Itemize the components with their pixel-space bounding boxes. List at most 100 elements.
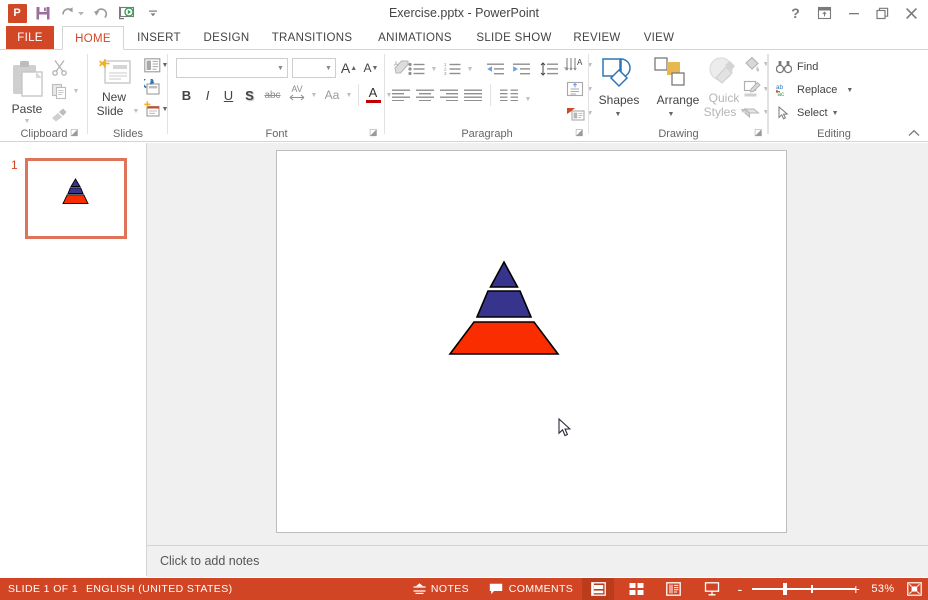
close-button[interactable] (897, 0, 926, 26)
shape-outline-button[interactable] (741, 78, 763, 100)
chevron-down-icon[interactable]: ▼ (846, 87, 853, 94)
columns-button[interactable] (497, 84, 521, 106)
pyramid-top-tier[interactable] (489, 260, 519, 288)
pyramid-middle-tier[interactable] (475, 290, 533, 318)
tab-design[interactable]: DESIGN (194, 26, 259, 50)
underline-button[interactable]: U (218, 84, 239, 106)
restore-button[interactable] (868, 0, 897, 26)
normal-view-button[interactable] (582, 578, 614, 600)
tab-slide-show[interactable]: SLIDE SHOW (468, 26, 560, 50)
language-indicator[interactable]: ENGLISH (UNITED STATES) (86, 578, 233, 600)
zoom-in-button[interactable]: + (848, 578, 864, 600)
align-text-button[interactable] (563, 78, 587, 100)
slide-sorter-view-button[interactable] (620, 578, 652, 600)
paragraph-dialog-launcher[interactable]: ◪ (575, 127, 587, 139)
font-name-input[interactable]: ▼ (176, 58, 288, 78)
slide-canvas[interactable] (276, 150, 787, 533)
comments-button[interactable]: COMMENTS (481, 578, 581, 600)
numbering-dropdown[interactable]: ▼ (465, 58, 475, 80)
slide-show-button[interactable] (696, 578, 728, 600)
character-spacing-button[interactable]: AV (285, 80, 309, 106)
reading-view-button[interactable] (657, 578, 689, 600)
notes-pane[interactable]: Click to add notes (147, 545, 928, 577)
chevron-down-icon[interactable]: ▼ (322, 65, 335, 72)
zoom-slider-track[interactable] (752, 588, 856, 590)
tab-view[interactable]: VIEW (634, 26, 684, 50)
replace-button[interactable]: ab ac Replace ▼ (776, 81, 906, 99)
zoom-level-label[interactable]: 53% (866, 578, 900, 600)
bullets-dropdown[interactable]: ▼ (429, 58, 439, 80)
slide-indicator[interactable]: SLIDE 1 OF 1 (8, 578, 78, 600)
convert-to-smartart-button[interactable] (563, 102, 587, 124)
arrange-button[interactable] (651, 54, 691, 92)
align-right-button[interactable] (437, 84, 461, 106)
bullets-button[interactable] (405, 58, 429, 80)
numbering-button[interactable]: 1 2 3 (441, 58, 465, 80)
minimize-button[interactable] (839, 0, 868, 26)
tab-review[interactable]: REVIEW (566, 26, 628, 50)
section-button[interactable] (142, 99, 162, 119)
find-button[interactable]: Find (776, 58, 916, 76)
font-color-button[interactable]: A (362, 82, 384, 106)
change-case-dropdown[interactable]: ▼ (344, 84, 354, 106)
cut-icon[interactable] (48, 56, 70, 78)
quick-styles-button[interactable] (705, 54, 741, 90)
line-spacing-button[interactable] (537, 58, 561, 80)
chevron-down-icon[interactable]: ▼ (274, 65, 287, 72)
decrease-indent-button[interactable] (483, 58, 507, 80)
tab-transitions[interactable]: TRANSITIONS (262, 26, 362, 50)
italic-button[interactable]: I (197, 84, 218, 106)
clipboard-dialog-launcher[interactable]: ◪ (70, 127, 82, 139)
help-button[interactable]: ? (781, 0, 810, 26)
increase-font-size-button[interactable]: A ▲ (338, 58, 360, 78)
pyramid-bottom-tier[interactable] (448, 321, 560, 355)
select-button[interactable]: Select ▼ (776, 104, 896, 122)
copy-icon[interactable] (48, 80, 70, 102)
align-left-button[interactable] (389, 84, 413, 106)
copy-dropdown[interactable]: ▼ (70, 80, 82, 102)
change-case-button[interactable]: Aa (320, 84, 344, 106)
fit-to-window-button[interactable] (902, 578, 926, 600)
text-shadow-button[interactable]: S (239, 84, 260, 106)
reset-button[interactable] (142, 77, 162, 97)
columns-dropdown[interactable]: ▼ (523, 88, 533, 110)
help-icon: ? (791, 5, 800, 21)
zoom-out-button[interactable]: - (732, 578, 748, 600)
zoom-slider-thumb[interactable] (783, 583, 787, 595)
comments-label: COMMENTS (508, 583, 574, 595)
shapes-dropdown[interactable]: ▼ (610, 108, 626, 120)
increase-indent-button[interactable] (509, 58, 533, 80)
format-painter-icon[interactable] (48, 104, 70, 126)
line-spacing-icon (540, 62, 558, 76)
shape-effects-button[interactable] (741, 102, 763, 122)
new-slide-dropdown[interactable]: ▼ (130, 104, 142, 118)
strikethrough-button[interactable]: abc (260, 84, 285, 106)
group-label-slides: Slides (113, 128, 143, 140)
arrange-dropdown[interactable]: ▼ (663, 108, 679, 120)
font-dialog-launcher[interactable]: ◪ (369, 127, 381, 139)
paste-dropdown[interactable]: ▼ (20, 116, 34, 126)
group-label-paragraph: Paragraph (461, 128, 513, 140)
pyramid-shape[interactable] (277, 151, 786, 532)
bold-button[interactable]: B (176, 84, 197, 106)
center-button[interactable] (413, 84, 437, 106)
shape-fill-button[interactable] (741, 54, 763, 74)
new-slide-button[interactable] (98, 56, 134, 90)
notes-button[interactable]: NOTES (408, 578, 474, 600)
justify-button[interactable] (461, 84, 485, 106)
tab-home[interactable]: HOME (62, 26, 124, 50)
chevron-down-icon[interactable]: ▼ (832, 110, 839, 117)
character-spacing-dropdown[interactable]: ▼ (309, 84, 319, 106)
slide-thumbnail-1[interactable] (25, 158, 127, 239)
decrease-font-size-button[interactable]: A ▼ (360, 58, 382, 78)
ribbon-display-options-button[interactable] (810, 0, 839, 26)
tab-insert[interactable]: INSERT (128, 26, 190, 50)
text-direction-button[interactable]: A (563, 54, 587, 76)
collapse-ribbon-button[interactable] (906, 126, 922, 140)
tab-animations[interactable]: ANIMATIONS (366, 26, 464, 50)
paste-button[interactable] (8, 56, 46, 104)
layout-button[interactable] (142, 55, 162, 75)
tab-file[interactable]: FILE (6, 26, 54, 50)
shapes-button[interactable] (599, 54, 639, 92)
font-size-input[interactable]: ▼ (292, 58, 336, 78)
